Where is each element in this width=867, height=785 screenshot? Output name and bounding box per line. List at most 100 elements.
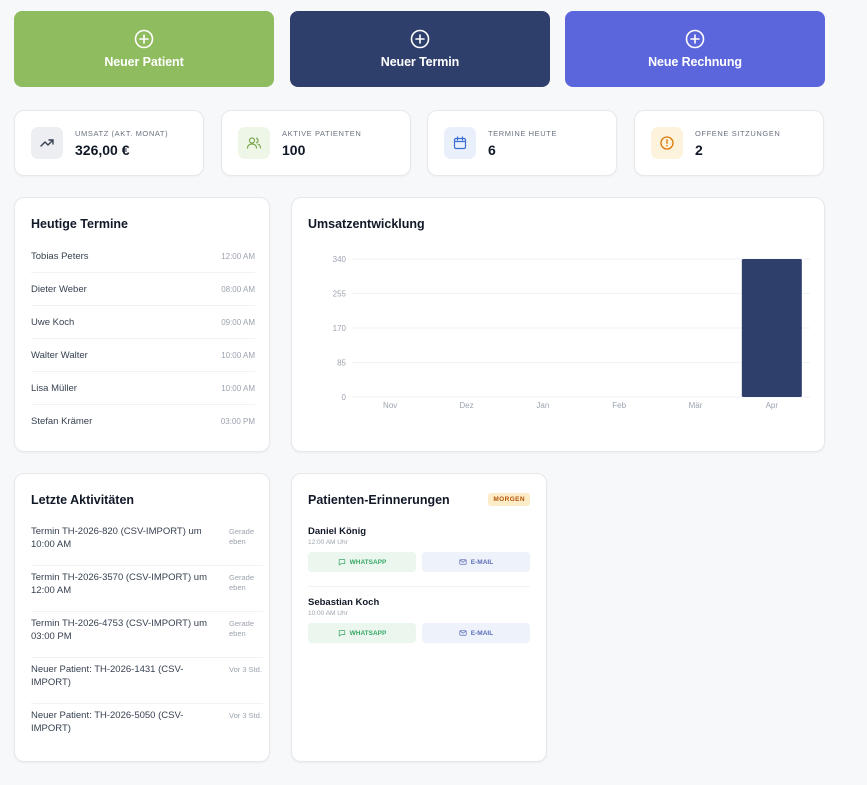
stat-revenue: UMSATZ (AKT. MONAT) 326,00 € bbox=[14, 110, 204, 176]
stat-label: OFFENE SITZUNGEN bbox=[695, 128, 781, 138]
revenue-chart: 0 85 170 255 340 Nov Dez Jan Feb Mär Apr bbox=[333, 255, 810, 410]
appointment-name: Lisa Müller bbox=[31, 382, 77, 394]
x-tick-label: Dez bbox=[459, 401, 473, 410]
y-tick-label: 0 bbox=[342, 393, 347, 402]
email-label: E-MAIL bbox=[470, 558, 494, 566]
activity-list: Termin TH-2026-820 (CSV-IMPORT) um 10:00… bbox=[31, 520, 263, 750]
mail-icon bbox=[459, 559, 467, 565]
reminder-time: 10:00 AM Uhr bbox=[308, 610, 348, 617]
y-tick-label: 340 bbox=[333, 255, 347, 264]
email-button[interactable]: E-MAIL bbox=[422, 552, 530, 572]
activity-item: Neuer Patient: TH-2026-1431 (CSV-IMPORT)… bbox=[31, 658, 263, 704]
y-tick-label: 85 bbox=[337, 359, 346, 368]
stat-label: UMSATZ (AKT. MONAT) bbox=[75, 128, 169, 138]
new-patient-button[interactable]: Neuer Patient bbox=[14, 11, 274, 87]
appointment-name: Uwe Koch bbox=[31, 316, 75, 328]
appointment-name: Walter Walter bbox=[31, 349, 88, 361]
appointment-name: Tobias Peters bbox=[31, 250, 89, 262]
activity-text: Termin TH-2026-4753 (CSV-IMPORT) um 03:0… bbox=[31, 618, 207, 642]
appointment-row[interactable]: Tobias Peters 12:00 AM bbox=[31, 240, 255, 273]
stat-active-patients: AKTIVE PATIENTEN 100 bbox=[221, 110, 411, 176]
appointment-time: 09:00 AM bbox=[221, 317, 255, 327]
calendar-icon bbox=[444, 127, 476, 159]
divider bbox=[308, 586, 530, 587]
appointment-time: 08:00 AM bbox=[221, 284, 255, 294]
appointment-list: Tobias Peters 12:00 AM Dieter Weber 08:00 … bbox=[31, 240, 255, 438]
chat-icon bbox=[338, 559, 345, 566]
appointment-name: Dieter Weber bbox=[31, 283, 87, 295]
email-button[interactable]: E-MAIL bbox=[422, 623, 530, 643]
activity-item: Termin TH-2026-3570 (CSV-IMPORT) um 12:0… bbox=[31, 566, 263, 612]
activity-time: Vor 3 Std. bbox=[229, 711, 262, 720]
plus-circle-icon bbox=[134, 29, 154, 49]
reminder-patient-name: Sebastian Koch bbox=[308, 597, 380, 608]
plus-circle-icon bbox=[685, 29, 705, 49]
chat-icon bbox=[338, 630, 345, 637]
whatsapp-button[interactable]: WHATSAPP bbox=[308, 552, 416, 572]
trend-up-icon bbox=[31, 127, 63, 159]
appointment-name: Stefan Krämer bbox=[31, 416, 93, 427]
stat-appointments-today: TERMINE HEUTE 6 bbox=[427, 110, 617, 176]
whatsapp-label: WHATSAPP bbox=[349, 558, 387, 566]
bar bbox=[741, 259, 802, 397]
appointment-row[interactable]: Stefan Krämer 03:00 PM bbox=[31, 405, 255, 438]
activity-text: Neuer Patient: TH-2026-5050 (CSV-IMPORT) bbox=[31, 710, 184, 734]
y-tick-label: 255 bbox=[333, 290, 347, 299]
patient-reminders-card: Patienten-Erinnerungen MORGEN Daniel Kön… bbox=[291, 473, 547, 762]
appointment-row[interactable]: Lisa Müller 10:00 AM bbox=[31, 372, 255, 405]
x-tick-label: Nov bbox=[383, 401, 397, 410]
card-title: Patienten-Erinnerungen bbox=[308, 493, 450, 507]
new-invoice-label: Neue Rechnung bbox=[648, 55, 742, 69]
activity-item: Termin TH-2026-4753 (CSV-IMPORT) um 03:0… bbox=[31, 612, 263, 658]
appointment-time: 12:00 AM bbox=[221, 251, 255, 261]
activity-item: Neuer Patient: TH-2026-5050 (CSV-IMPORT)… bbox=[31, 704, 263, 750]
activity-time: Vor 3 Std. bbox=[229, 665, 262, 674]
recent-activity-card: Letzte Aktivitäten Termin TH-2026-820 (C… bbox=[14, 473, 270, 762]
x-tick-label: Apr bbox=[766, 401, 779, 410]
appointment-time: 10:00 AM bbox=[221, 383, 255, 393]
activity-time: Gerade eben bbox=[229, 619, 255, 638]
users-icon bbox=[238, 127, 270, 159]
new-appointment-label: Neuer Termin bbox=[380, 55, 460, 69]
card-title: Heutige Termine bbox=[31, 217, 129, 231]
card-title: Letzte Aktivitäten bbox=[31, 493, 135, 507]
alert-circle-icon bbox=[651, 127, 683, 159]
stat-value: 100 bbox=[282, 141, 306, 158]
new-invoice-button[interactable]: Neue Rechnung bbox=[565, 11, 825, 87]
x-tick-label: Jan bbox=[536, 401, 549, 410]
x-tick-label: Mär bbox=[689, 401, 703, 410]
email-label: E-MAIL bbox=[470, 629, 494, 637]
mail-icon bbox=[459, 630, 467, 636]
y-tick-label: 170 bbox=[333, 324, 347, 333]
plus-circle-icon bbox=[410, 29, 430, 49]
whatsapp-label: WHATSAPP bbox=[349, 629, 387, 637]
reminder-patient-name: Daniel König bbox=[308, 526, 367, 537]
activity-text: Termin TH-2026-3570 (CSV-IMPORT) um 12:0… bbox=[31, 572, 207, 596]
new-appointment-button[interactable]: Neuer Termin bbox=[290, 11, 550, 87]
activity-text: Termin TH-2026-820 (CSV-IMPORT) um 10:00… bbox=[31, 526, 202, 550]
revenue-chart-card: Umsatzentwicklung 0 85 170 255 340 Nov Dez Jan F… bbox=[291, 197, 825, 452]
appointment-row[interactable]: Uwe Koch 09:00 AM bbox=[31, 306, 255, 339]
appointment-time: 03:00 PM bbox=[220, 417, 255, 426]
appointment-row[interactable]: Walter Walter 10:00 AM bbox=[31, 339, 255, 372]
stat-label: TERMINE HEUTE bbox=[488, 128, 558, 138]
activity-time: Gerade eben bbox=[229, 573, 255, 592]
tomorrow-badge: MORGEN bbox=[488, 493, 530, 506]
stat-value: 6 bbox=[488, 141, 496, 158]
today-appointments-card: Heutige Termine Tobias Peters 12:00 AM Di… bbox=[14, 197, 270, 452]
stat-value: 326,00 € bbox=[75, 141, 130, 158]
stat-label: AKTIVE PATIENTEN bbox=[282, 128, 362, 138]
reminder-item: Sebastian Koch 10:00 AM Uhr WHATSAPP E-M… bbox=[308, 597, 530, 643]
stat-open-sessions: OFFENE SITZUNGEN 2 bbox=[634, 110, 824, 176]
reminder-item: Daniel König 12:00 AM Uhr WHATSAPP E-MAI… bbox=[308, 526, 530, 572]
appointment-time: 10:00 AM bbox=[221, 350, 255, 360]
x-tick-label: Feb bbox=[612, 401, 626, 410]
stat-value: 2 bbox=[695, 141, 703, 158]
whatsapp-button[interactable]: WHATSAPP bbox=[308, 623, 416, 643]
reminder-time: 12:00 AM Uhr bbox=[308, 539, 348, 546]
activity-item: Termin TH-2026-820 (CSV-IMPORT) um 10:00… bbox=[31, 520, 263, 566]
new-patient-label: Neuer Patient bbox=[104, 55, 184, 69]
activity-text: Neuer Patient: TH-2026-1431 (CSV-IMPORT) bbox=[31, 664, 184, 688]
activity-time: Gerade eben bbox=[229, 527, 255, 546]
appointment-row[interactable]: Dieter Weber 08:00 AM bbox=[31, 273, 255, 306]
